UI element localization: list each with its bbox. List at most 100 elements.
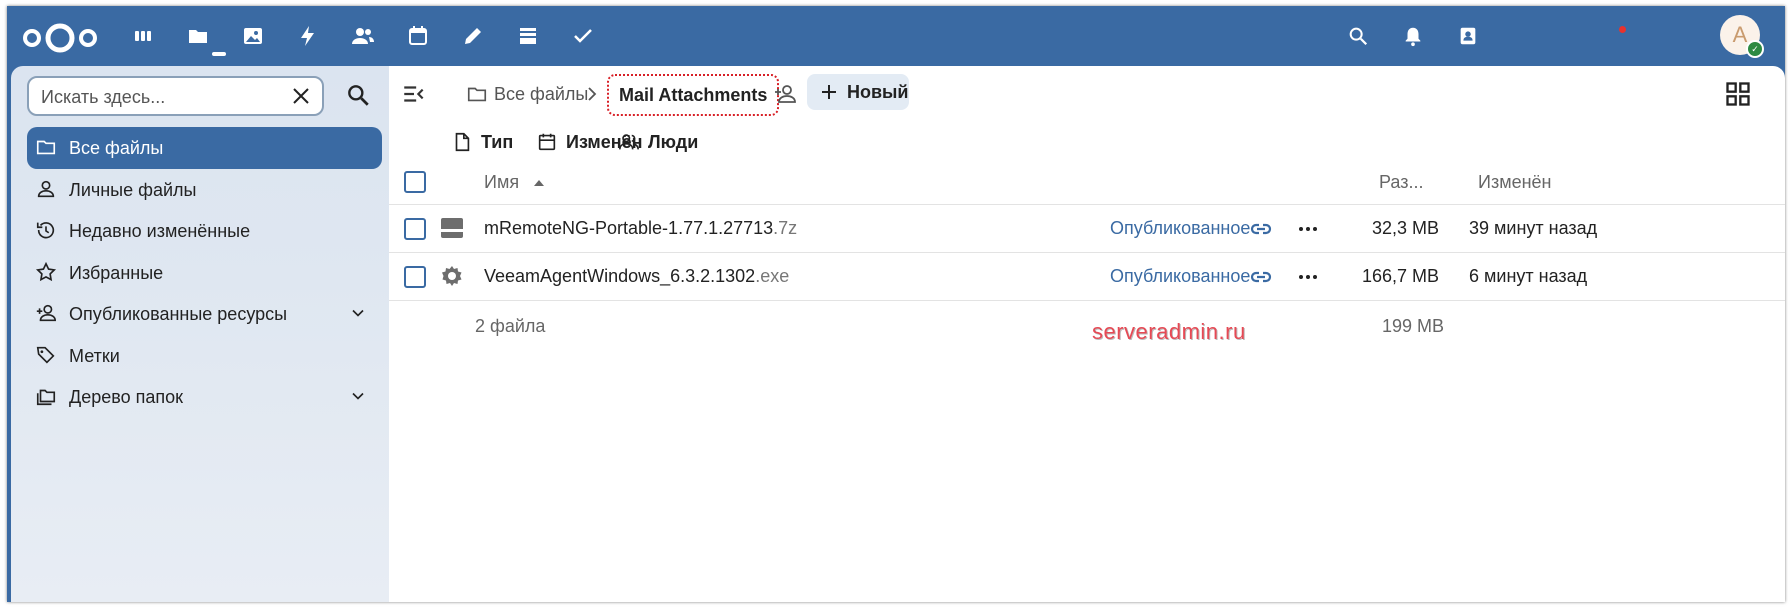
chevron-down-icon[interactable] <box>348 303 368 323</box>
people-icon <box>619 134 639 150</box>
breadcrumb-current[interactable]: Mail Attachments <box>607 74 780 116</box>
top-bar: A ✓ <box>7 6 1785 66</box>
sidebar-item-label: Избранные <box>69 262 164 283</box>
contacts-icon[interactable] <box>350 23 376 49</box>
sidebar-item-label: Все файлы <box>69 137 164 158</box>
filter-label: Люди <box>648 131 699 152</box>
search-input[interactable] <box>39 84 283 110</box>
new-button-label: Новый <box>847 81 909 102</box>
sidebar-item-folder-tree[interactable]: Дерево папок <box>27 376 382 418</box>
active-app-indicator <box>212 52 226 56</box>
filter-people[interactable]: Люди <box>618 128 698 156</box>
file-size: 32,3 MB <box>1371 218 1439 238</box>
sidebar-item-label: Дерево папок <box>69 386 183 407</box>
link-icon[interactable] <box>1249 265 1273 289</box>
breadcrumb-root[interactable]: Все файлы <box>466 80 588 108</box>
user-icon <box>35 178 59 202</box>
search-icon[interactable] <box>345 82 371 108</box>
sidebar-item-all-files[interactable]: Все файлы <box>27 127 382 169</box>
avatar-letter: A <box>1732 22 1748 47</box>
calendar-icon <box>538 133 556 151</box>
calendar-icon[interactable] <box>405 23 431 49</box>
more-actions-icon[interactable] <box>1296 217 1320 241</box>
tags-icon <box>35 344 59 368</box>
gear-icon <box>442 266 462 286</box>
watermark: serveradmin.ru <box>1092 319 1246 344</box>
notes-icon[interactable] <box>460 23 486 49</box>
online-status-icon: ✓ <box>1746 40 1764 58</box>
filter-label: Тип <box>481 131 514 152</box>
share-user-icon <box>35 302 59 326</box>
sidebar-item-label: Личные файлы <box>69 179 197 200</box>
table-header: Имя Раз... Изменён <box>389 160 1785 205</box>
contacts-menu-icon[interactable] <box>1457 25 1481 49</box>
nextcloud-window: A ✓ Все файлы Личные файлы Недавно измен… <box>7 6 1785 602</box>
chevron-down-icon[interactable] <box>348 386 368 406</box>
folders-icon <box>35 385 59 409</box>
column-modified-label: Изменён <box>1478 172 1552 192</box>
breadcrumb-root-label: Все файлы <box>494 83 589 104</box>
shared-status-label: Опубликованное <box>1110 218 1251 238</box>
file-icon <box>455 132 470 152</box>
shared-status[interactable]: Опубликованное <box>1110 266 1250 287</box>
column-modified-header[interactable]: Изменён <box>1478 172 1551 193</box>
search-icon[interactable] <box>1347 25 1371 49</box>
archive-icon <box>441 218 463 238</box>
file-name[interactable]: mRemoteNG-Portable-1.77.1.27713.7z <box>484 218 797 239</box>
link-icon[interactable] <box>1249 217 1273 241</box>
sidebar-item-label: Опубликованные ресурсы <box>69 303 288 324</box>
file-extension: .7z <box>773 218 798 238</box>
folder-icon <box>467 87 487 102</box>
chevron-right-icon <box>588 87 597 101</box>
star-icon <box>35 261 59 285</box>
activity-icon[interactable] <box>295 23 321 49</box>
tasks-icon[interactable] <box>570 23 596 49</box>
table-row[interactable]: VeeamAgentWindows_6.3.2.1302.exe Опублик… <box>389 253 1785 301</box>
column-size-label: Раз... <box>1379 172 1424 192</box>
share-user-icon[interactable] <box>773 82 797 106</box>
sidebar-item-personal-files[interactable]: Личные файлы <box>27 169 382 211</box>
notification-badge <box>1619 26 1626 33</box>
select-all-checkbox[interactable] <box>404 171 426 193</box>
shared-status[interactable]: Опубликованное <box>1110 218 1250 239</box>
new-button[interactable]: Новый <box>807 74 909 110</box>
sidebar-item-shares[interactable]: Опубликованные ресурсы <box>27 293 382 335</box>
shared-status-label: Опубликованное <box>1110 266 1251 286</box>
files-icon[interactable] <box>185 23 211 49</box>
search-field[interactable] <box>27 76 324 116</box>
filter-type[interactable]: Тип <box>451 128 513 156</box>
file-modified: 39 минут назад <box>1469 218 1598 238</box>
file-name[interactable]: VeeamAgentWindows_6.3.2.1302.exe <box>484 266 789 287</box>
file-extension: .exe <box>755 266 790 286</box>
file-modified: 6 минут назад <box>1469 266 1588 286</box>
plus-icon <box>822 85 836 99</box>
dashboard-icon[interactable] <box>130 23 156 49</box>
column-size-header[interactable]: Раз... <box>1379 172 1423 193</box>
sidebar-item-label: Метки <box>69 345 120 366</box>
file-size: 166,7 MB <box>1361 266 1439 286</box>
total-size: 199 MB <box>1382 316 1445 336</box>
more-actions-icon[interactable] <box>1296 265 1320 289</box>
column-name-header[interactable]: Имя <box>484 172 546 193</box>
row-checkbox[interactable] <box>404 266 426 288</box>
toggle-navigation-icon[interactable] <box>401 81 427 107</box>
grid-view-icon[interactable] <box>1724 80 1752 108</box>
history-icon <box>35 219 59 243</box>
file-basename: mRemoteNG-Portable-1.77.1.27713 <box>484 218 774 238</box>
sidebar-item-recent[interactable]: Недавно изменённые <box>27 210 382 252</box>
file-list-view: Все файлы Mail Attachments Новый Тип Изм… <box>389 66 1785 602</box>
close-icon[interactable] <box>289 84 313 108</box>
deck-icon[interactable] <box>515 23 541 49</box>
nextcloud-logo[interactable] <box>21 22 99 54</box>
table-summary: 2 файла 199 MB <box>389 308 1785 348</box>
sidebar-item-favorites[interactable]: Избранные <box>27 252 382 294</box>
folder-icon <box>35 136 59 160</box>
sort-asc-icon <box>534 180 545 186</box>
table-row[interactable]: mRemoteNG-Portable-1.77.1.27713.7z Опубл… <box>389 205 1785 253</box>
sidebar-item-tags[interactable]: Метки <box>27 335 382 377</box>
row-checkbox[interactable] <box>404 218 426 240</box>
bell-icon[interactable] <box>1402 25 1426 49</box>
photos-icon[interactable] <box>240 23 266 49</box>
breadcrumb-current-label: Mail Attachments <box>619 84 768 105</box>
sidebar: Все файлы Личные файлы Недавно изменённы… <box>11 66 389 602</box>
